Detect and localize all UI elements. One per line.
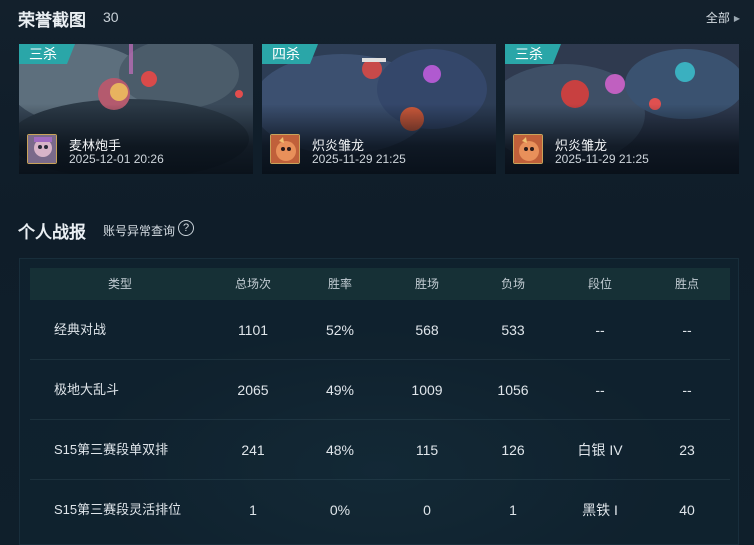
column-header-points: 胜点 (674, 277, 699, 291)
column-header-total: 总场次 (234, 277, 271, 291)
table-row: S15第三赛段灵活排位 1 0% 0 1 黑铁 I 40 (30, 480, 730, 540)
chevron-right-icon: ▶ (733, 14, 740, 23)
champion-avatar (270, 134, 300, 164)
honor-card[interactable]: 三杀 炽炎雏龙 2025-11-29 21:25 (505, 44, 739, 174)
table-row: S15第三赛段单双排 241 48% 115 126 白银 IV 23 (30, 420, 730, 480)
screenshot-time: 2025-12-01 20:26 (69, 152, 164, 166)
column-header-type: 类型 (107, 277, 132, 291)
cell-winrate: 52% (325, 322, 355, 338)
account-abnormal-query-link[interactable]: 账号异常查询 (103, 222, 175, 239)
column-header-winrate: 胜率 (327, 277, 352, 291)
cell-type: 极地大乱斗 (54, 382, 120, 397)
cell-points: 40 (679, 502, 695, 518)
column-header-losses: 负场 (500, 277, 525, 291)
cell-wins: 115 (415, 442, 439, 458)
honor-title: 荣誉截图 (18, 11, 86, 30)
cell-points: -- (682, 322, 692, 338)
honor-card[interactable]: 三杀 麦林炮手 2025-12-01 20:26 (19, 44, 253, 174)
honor-card[interactable]: 四杀 炽炎雏龙 2025-11-29 21:25 (262, 44, 496, 174)
honor-count: 30 (103, 9, 119, 25)
screenshot-time: 2025-11-29 21:25 (312, 152, 406, 166)
stats-header: 个人战报 账号异常查询 ? (18, 218, 418, 242)
screenshot-time: 2025-11-29 21:25 (555, 152, 649, 166)
stats-table: 类型 总场次 胜率 胜场 负场 段位 胜点 经典对战 1101 52% 568 … (19, 258, 739, 545)
cell-winrate: 48% (325, 442, 355, 458)
cell-losses: 1056 (497, 382, 529, 398)
cell-total: 1101 (237, 322, 269, 338)
cell-type: 经典对战 (54, 322, 107, 337)
champion-avatar (513, 134, 543, 164)
cell-type: S15第三赛段灵活排位 (54, 502, 182, 517)
cell-rank: 白银 IV (577, 442, 623, 458)
table-row: 经典对战 1101 52% 568 533 -- -- (30, 300, 730, 360)
cell-wins: 0 (423, 502, 431, 518)
view-all-link[interactable]: 全部 ▶ (706, 9, 740, 26)
stats-title: 个人战报 (18, 223, 86, 242)
kill-badge: 三杀 (19, 44, 75, 64)
cell-total: 1 (249, 502, 257, 518)
champion-avatar (27, 134, 57, 164)
table-row: 极地大乱斗 2065 49% 1009 1056 -- -- (30, 360, 730, 420)
cell-rank: -- (595, 322, 605, 338)
page: 荣誉截图 30 全部 ▶ 三杀 麦林炮手 2025-12-01 20:26 四杀… (0, 0, 754, 545)
cell-wins: 568 (415, 322, 439, 338)
cell-rank: 黑铁 I (582, 502, 618, 518)
cell-type: S15第三赛段单双排 (54, 442, 169, 457)
cell-total: 241 (241, 442, 265, 458)
cell-wins: 1009 (411, 382, 443, 398)
cell-total: 2065 (237, 382, 269, 398)
column-header-wins: 胜场 (414, 277, 439, 291)
view-all-label: 全部 (705, 11, 730, 25)
cell-winrate: 0% (329, 502, 351, 518)
cell-losses: 1 (509, 502, 517, 518)
cell-points: 23 (679, 442, 695, 458)
honor-cards: 三杀 麦林炮手 2025-12-01 20:26 四杀 炽炎雏龙 2025-11… (19, 44, 739, 174)
table-header: 类型 总场次 胜率 胜场 负场 段位 胜点 (30, 268, 730, 300)
help-icon[interactable]: ? (178, 220, 194, 236)
column-header-rank: 段位 (587, 277, 612, 291)
cell-rank: -- (595, 382, 605, 398)
honor-header: 荣誉截图 30 全部 ▶ (18, 6, 740, 30)
cell-winrate: 49% (325, 382, 355, 398)
cell-points: -- (682, 382, 692, 398)
kill-badge: 三杀 (505, 44, 561, 64)
cell-losses: 126 (501, 442, 525, 458)
cell-losses: 533 (501, 322, 525, 338)
kill-badge: 四杀 (262, 44, 318, 64)
